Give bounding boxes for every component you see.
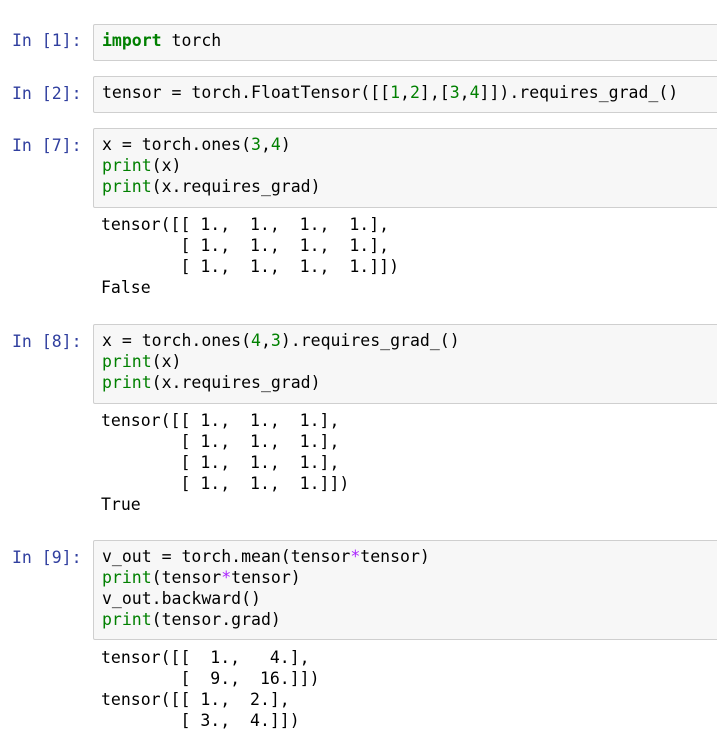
code-input-cell-3[interactable]: x = torch.ones(3,4) print(x) print(x.requi… <box>93 128 717 208</box>
cell-prompt: In [9]: <box>12 548 82 567</box>
output-line: [ 1., 1., 1., 1.]]) <box>101 257 400 276</box>
code-token: import <box>102 31 162 50</box>
cell-prompt: In [2]: <box>12 84 82 103</box>
code-token: v_out.backward() <box>102 589 261 608</box>
code-token: ]]).requires_grad_() <box>479 83 679 102</box>
cell-prompt: In [7]: <box>12 136 82 155</box>
code-token: * <box>221 568 232 587</box>
code-line: x = torch.ones(3,4) <box>102 134 717 155</box>
code-token: (tensor.grad) <box>151 610 281 629</box>
code-input-cell-5[interactable]: v_out = torch.mean(tensor*tensor) print(t… <box>93 540 717 640</box>
code-token: tensor) <box>231 568 301 587</box>
code-line: print(x) <box>102 351 717 372</box>
code-line: tensor = torch.FloatTensor([[1,2],[3,4]]… <box>102 82 717 103</box>
cell-prompt: In [8]: <box>12 332 82 351</box>
output-line: True <box>101 495 141 514</box>
code-token: * <box>350 547 361 566</box>
code-input-cell-1[interactable]: import torch <box>93 24 717 61</box>
output-line: tensor([[ 1., 4.], <box>101 648 310 667</box>
cell-output-3: tensor([[ 1., 1., 1., 1.], [ 1., 1., 1.,… <box>101 214 399 298</box>
code-token: x = torch.ones( <box>102 135 252 154</box>
code-token: print <box>102 568 152 587</box>
code-token: x = torch.ones( <box>102 331 252 350</box>
code-token: , <box>260 331 271 350</box>
code-line: print(x.requires_grad) <box>102 372 717 393</box>
code-token: ) <box>280 135 291 154</box>
code-token: ],[ <box>419 83 450 102</box>
code-input-cell-2[interactable]: tensor = torch.FloatTensor([[1,2],[3,4]]… <box>93 76 717 113</box>
code-line: print(tensor.grad) <box>102 609 717 630</box>
code-token: print <box>102 156 152 175</box>
code-line: x = torch.ones(4,3).requires_grad_() <box>102 330 717 351</box>
cell-output-5: tensor([[ 1., 4.], [ 9., 16.]]) tensor([[… <box>101 647 320 731</box>
code-line: import torch <box>102 30 717 51</box>
code-token: 4 <box>251 331 261 350</box>
code-token: print <box>102 610 152 629</box>
output-line: tensor([[ 1., 1., 1., 1.], <box>101 215 390 234</box>
code-token: print <box>102 373 152 392</box>
cell-prompt: In [1]: <box>12 31 82 50</box>
output-line: [ 1., 1., 1.]]) <box>101 474 350 493</box>
code-line: v_out.backward() <box>102 588 717 609</box>
code-line: print(x.requires_grad) <box>102 176 717 197</box>
code-line: print(tensor*tensor) <box>102 567 717 588</box>
code-token: 3 <box>251 135 261 154</box>
output-line: tensor([[ 1., 2.], <box>101 690 290 709</box>
code-input-cell-4[interactable]: x = torch.ones(4,3).requires_grad_() prin… <box>93 324 717 404</box>
output-line: False <box>101 278 151 297</box>
code-token: torch <box>161 31 222 50</box>
output-line: [ 3., 4.]]) <box>101 711 300 730</box>
output-line: [ 1., 1., 1.], <box>101 432 340 451</box>
code-token: (x.requires_grad) <box>151 177 321 196</box>
code-token: print <box>102 352 152 371</box>
code-token: 4 <box>469 83 480 102</box>
code-token: tensor = torch.FloatTensor([[ <box>102 83 391 102</box>
code-token: ).requires_grad_() <box>280 331 460 350</box>
code-token: , <box>400 83 410 102</box>
code-token: , <box>459 83 470 102</box>
code-token: (x.requires_grad) <box>151 373 321 392</box>
output-line: tensor([[ 1., 1., 1.], <box>101 411 340 430</box>
output-line: [ 1., 1., 1.], <box>101 453 340 472</box>
code-token: v_out = torch.mean(tensor <box>102 547 351 566</box>
output-line: [ 1., 1., 1., 1.], <box>101 236 390 255</box>
code-token: 3 <box>270 331 281 350</box>
code-token: print <box>102 177 152 196</box>
cell-output-4: tensor([[ 1., 1., 1.], [ 1., 1., 1.], [ … <box>101 410 349 515</box>
code-token: (x) <box>151 156 182 175</box>
code-line: print(x) <box>102 155 717 176</box>
code-token: 3 <box>449 83 460 102</box>
code-token: tensor) <box>360 547 430 566</box>
code-line: v_out = torch.mean(tensor*tensor) <box>102 546 717 567</box>
code-token: 4 <box>270 135 281 154</box>
code-token: 2 <box>409 83 420 102</box>
output-line: [ 9., 16.]]) <box>101 669 320 688</box>
code-token: , <box>260 135 271 154</box>
code-token: (x) <box>151 352 182 371</box>
code-token: 1 <box>390 83 401 102</box>
code-token: (tensor <box>151 568 222 587</box>
